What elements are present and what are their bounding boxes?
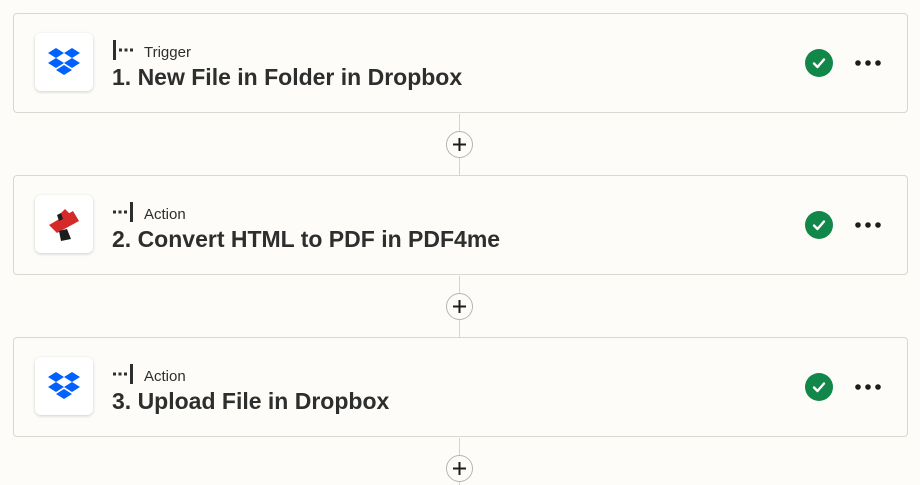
more-dots-icon bbox=[855, 384, 881, 390]
plus-icon bbox=[453, 138, 466, 151]
trigger-icon bbox=[112, 39, 134, 65]
step-title: 3. Upload File in Dropbox bbox=[112, 388, 390, 414]
step-type-label: Action bbox=[144, 205, 186, 223]
step-type: Trigger bbox=[112, 39, 191, 65]
add-step-button[interactable] bbox=[446, 293, 473, 320]
pdf4me-icon bbox=[35, 195, 93, 253]
add-step-button[interactable] bbox=[446, 131, 473, 158]
add-step-button[interactable] bbox=[446, 455, 473, 482]
step-title: 1. New File in Folder in Dropbox bbox=[112, 64, 463, 90]
step-title: 2. Convert HTML to PDF in PDF4me bbox=[112, 226, 501, 252]
step-card-1[interactable]: Trigger 1. New File in Folder in Dropbox bbox=[13, 13, 908, 113]
check-circle-icon bbox=[805, 211, 833, 239]
dropbox-icon bbox=[35, 33, 93, 91]
action-icon bbox=[112, 201, 134, 227]
action-icon bbox=[112, 363, 134, 389]
more-dots-icon bbox=[855, 222, 881, 228]
step-type: Action bbox=[112, 201, 186, 227]
step-card-2[interactable]: Action 2. Convert HTML to PDF in PDF4me bbox=[13, 175, 908, 275]
check-circle-icon bbox=[805, 49, 833, 77]
more-options-button[interactable] bbox=[850, 48, 886, 78]
more-dots-icon bbox=[855, 60, 881, 66]
more-options-button[interactable] bbox=[850, 210, 886, 240]
check-circle-icon bbox=[805, 373, 833, 401]
step-type-label: Trigger bbox=[144, 43, 191, 61]
more-options-button[interactable] bbox=[850, 372, 886, 402]
step-type-label: Action bbox=[144, 367, 186, 385]
plus-icon bbox=[453, 300, 466, 313]
dropbox-icon bbox=[35, 357, 93, 415]
step-type: Action bbox=[112, 363, 186, 389]
step-card-3[interactable]: Action 3. Upload File in Dropbox bbox=[13, 337, 908, 437]
plus-icon bbox=[453, 462, 466, 475]
